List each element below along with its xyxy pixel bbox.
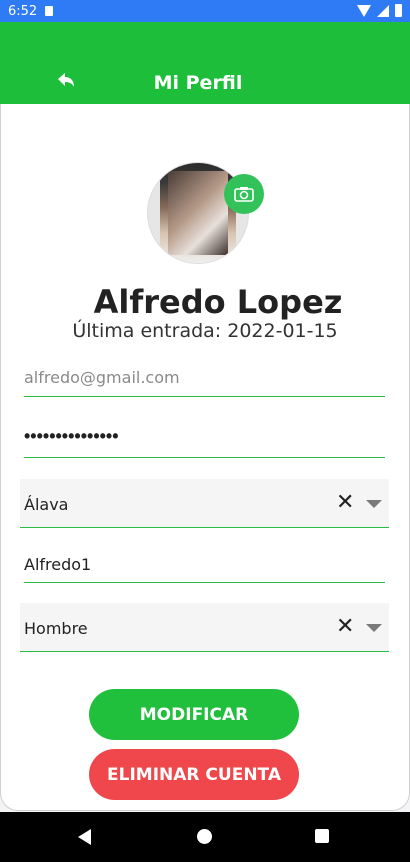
status-icons bbox=[357, 4, 402, 17]
status-bar: 6:52 bbox=[0, 0, 410, 22]
page-title: Mi Perfil bbox=[153, 72, 243, 94]
app-bar: Mi Perfil bbox=[0, 22, 410, 104]
nav-home-icon[interactable] bbox=[197, 829, 212, 844]
modify-button[interactable]: MODIFICAR bbox=[89, 689, 299, 740]
nickname-field[interactable]: Alfredo1 bbox=[24, 546, 385, 583]
gender-value: Hombre bbox=[24, 619, 88, 638]
avatar-photo bbox=[160, 163, 236, 263]
chevron-down-icon[interactable] bbox=[366, 500, 382, 508]
password-field[interactable]: ••••••••••••••• bbox=[24, 420, 385, 458]
nav-back-icon[interactable] bbox=[78, 829, 91, 845]
nav-recents-icon[interactable] bbox=[315, 829, 329, 843]
province-value: Álava bbox=[24, 495, 69, 514]
clear-icon[interactable]: ✕ bbox=[336, 614, 354, 638]
wifi-icon bbox=[357, 4, 371, 17]
nickname-value: Alfredo1 bbox=[24, 555, 92, 574]
password-value: ••••••••••••••• bbox=[24, 426, 119, 446]
battery-icon bbox=[395, 4, 402, 17]
gender-select[interactable]: Hombre ✕ bbox=[20, 603, 389, 652]
camera-icon[interactable] bbox=[224, 174, 264, 214]
province-select[interactable]: Álava ✕ bbox=[20, 479, 389, 528]
avatar-photo-content bbox=[168, 171, 228, 255]
email-field[interactable]: alfredo@gmail.com bbox=[24, 360, 385, 397]
delete-account-button[interactable]: ELIMINAR CUENTA bbox=[89, 749, 299, 800]
user-name: Alfredo Lopez bbox=[93, 283, 343, 321]
email-value: alfredo@gmail.com bbox=[24, 368, 180, 387]
system-nav-bar bbox=[0, 812, 410, 862]
last-entry-text: Última entrada: 2022-01-15 bbox=[72, 320, 338, 342]
status-time: 6:52 bbox=[8, 3, 38, 19]
chevron-down-icon[interactable] bbox=[366, 624, 382, 632]
clear-icon[interactable]: ✕ bbox=[336, 490, 354, 514]
signal-icon bbox=[377, 4, 389, 17]
sd-card-icon bbox=[45, 6, 54, 16]
